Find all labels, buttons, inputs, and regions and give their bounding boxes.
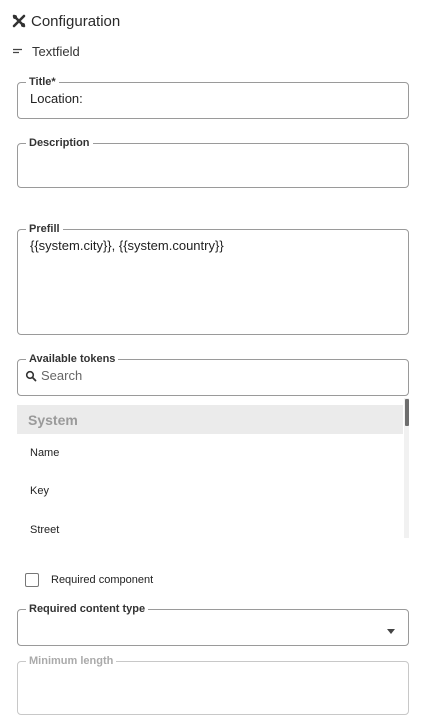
search-icon — [25, 370, 37, 382]
component-type-label: Textfield — [32, 43, 80, 59]
token-item-key[interactable]: Key — [30, 485, 49, 497]
chevron-down-icon[interactable] — [387, 629, 395, 634]
title-field-label: Title* — [29, 76, 56, 88]
token-item-street[interactable]: Street — [30, 524, 59, 536]
available-tokens-label: Available tokens — [29, 353, 116, 365]
minimum-length-field[interactable]: Minimum length — [17, 655, 409, 715]
config-title: Configuration — [31, 12, 121, 30]
required-content-type-select[interactable]: Required content type — [17, 603, 409, 646]
description-field[interactable]: Description — [17, 137, 409, 188]
prefill-field[interactable]: Prefill {{system.city}}, {{system.countr… — [17, 223, 409, 335]
minimum-length-label: Minimum length — [29, 655, 114, 667]
required-component-checkbox[interactable] — [25, 573, 39, 587]
token-list: System Name Key Street — [17, 398, 409, 538]
component-type: Textfield — [12, 42, 80, 60]
token-item-name[interactable]: Name — [30, 447, 59, 459]
required-component-label: Required component — [51, 574, 154, 586]
textfield-icon — [12, 45, 24, 57]
token-list-scrollbar-thumb[interactable] — [405, 399, 409, 426]
title-field[interactable]: Title* Location: — [17, 76, 409, 119]
title-field-value[interactable]: Location: — [30, 91, 396, 106]
config-header: Configuration — [12, 11, 120, 31]
description-field-label: Description — [29, 137, 90, 149]
prefill-field-value[interactable]: {{system.city}}, {{system.country}} — [30, 238, 396, 253]
available-tokens-field[interactable]: Available tokens — [17, 353, 409, 396]
required-content-type-label: Required content type — [29, 603, 146, 615]
token-search-input[interactable] — [41, 368, 361, 383]
required-component-option[interactable]: Required component — [25, 573, 153, 587]
tools-icon — [12, 14, 26, 28]
prefill-field-label: Prefill — [29, 223, 60, 235]
token-group-system: System — [17, 405, 403, 434]
